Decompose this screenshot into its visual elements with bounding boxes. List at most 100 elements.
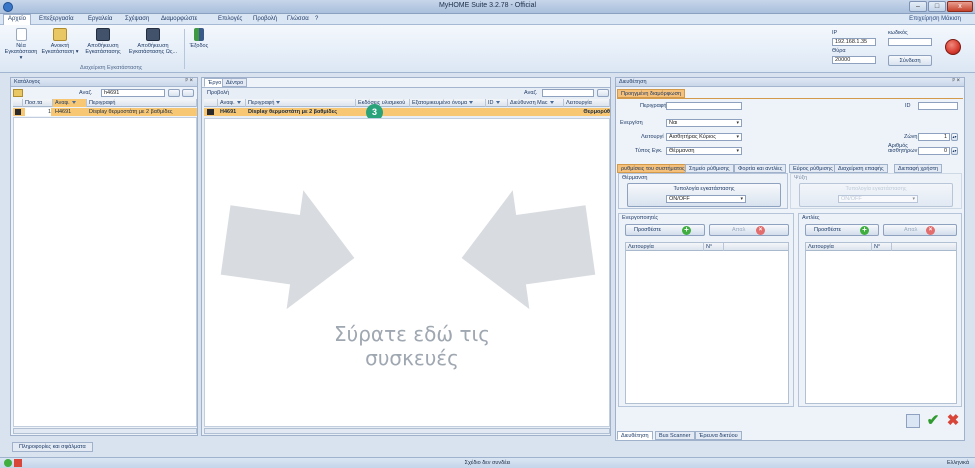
catalog-cell-qty[interactable]: 1 — [25, 108, 51, 116]
menu-design[interactable]: Σχέψαση — [125, 16, 149, 22]
maximize-button[interactable]: □ — [928, 1, 946, 12]
minimize-button[interactable]: – — [909, 1, 927, 12]
filter-icon[interactable] — [549, 101, 554, 104]
project-col-handle — [204, 99, 218, 107]
pin-icon[interactable]: ᵖ × — [953, 78, 960, 84]
filter-icon[interactable] — [276, 101, 281, 104]
project-col-id[interactable]: ID — [486, 99, 508, 107]
connect-button[interactable]: Σύνδεση — [888, 55, 932, 66]
new-installation-button[interactable]: Νέα Εγκατάσταση ▾ — [4, 28, 38, 61]
confirm-icon[interactable]: ✔ — [925, 413, 941, 429]
actuators-list[interactable]: Λειτουργία N° — [625, 242, 789, 404]
exit-button[interactable]: Έξοδος — [188, 28, 210, 49]
project-search-icon[interactable] — [597, 89, 609, 97]
zone-stepper[interactable]: ▴▾ — [951, 133, 958, 141]
project-row[interactable]: H4691 Display θερμοστάτη με 2 βαθμίδες Θ… — [204, 108, 610, 116]
subtab-loads-pumps[interactable]: Φορτία και αντλίες — [734, 164, 787, 173]
filter-icon[interactable] — [495, 101, 500, 104]
pumps-col-function[interactable]: Λειτουργία — [806, 243, 872, 251]
catalog-folder-icon[interactable] — [13, 89, 23, 97]
actuators-col-function[interactable]: Λειτουργία — [626, 243, 704, 251]
project-col-mac[interactable]: Διεύθυνση Mac — [508, 99, 564, 107]
menu-edit[interactable]: Επεξεργασία — [39, 16, 74, 22]
filter-icon[interactable] — [71, 101, 76, 104]
tab-network-search[interactable]: Έρευνα δικτύου — [695, 431, 742, 440]
catalog-col-qty[interactable]: Ποσ.τα — [23, 99, 53, 107]
open-installation-button[interactable]: Ανοικτή Εγκατάσταση ▾ — [40, 28, 80, 55]
catalog-scrollbar[interactable] — [13, 428, 197, 434]
sensors-field[interactable]: 0 — [918, 147, 950, 155]
menu-help[interactable]: ? — [315, 16, 318, 22]
close-button[interactable]: x — [947, 1, 973, 12]
pumps-list[interactable]: Λειτουργία N° — [805, 242, 957, 404]
project-panel: Έργο Δέντρο Προβολή Αναζ. Αναφ. Περιγραφ… — [201, 77, 611, 436]
save-installation-button[interactable]: Αποθήκευση Εγκατάστασης — [82, 28, 124, 55]
menu-options[interactable]: Επιλογές — [218, 16, 242, 22]
language-indicator[interactable]: Ελληνικά — [947, 460, 969, 466]
tab-info-errors[interactable]: Πληροφορίες και σφάλματα — [12, 442, 93, 452]
pin-icon[interactable]: ᵖ × — [186, 78, 193, 84]
subtab-range[interactable]: Εύρος ρύθμισης — [789, 164, 837, 173]
tab-configuration[interactable]: Διευθέτηση — [617, 431, 653, 440]
catalog-list-area — [13, 117, 197, 427]
subtab-contact[interactable]: Διαχείριση επαφής — [834, 164, 888, 173]
remove-pump-button[interactable]: Απαλ × — [883, 224, 957, 236]
id-field[interactable] — [918, 102, 958, 110]
heating-topology-select[interactable]: ON/OFF — [666, 195, 746, 203]
project-drop-area[interactable] — [204, 118, 610, 427]
drop-arrows-graphic — [220, 190, 596, 310]
menu-configure[interactable]: Διαμορφώστε — [161, 16, 197, 22]
catalog-search-input[interactable]: h4691 — [101, 89, 165, 97]
catalog-search-label: Αναζ. — [79, 90, 93, 96]
catalog-col-ref[interactable]: Αναφ. — [53, 99, 87, 107]
project-col-firmware[interactable]: Εκδόσεις υλισμικού — [356, 99, 410, 107]
description-field[interactable] — [666, 102, 742, 110]
project-col-ref[interactable]: Αναφ. — [218, 99, 246, 107]
pumps-col-number[interactable]: N° — [872, 243, 892, 251]
catalog-search-icon[interactable] — [182, 89, 194, 97]
code-field[interactable] — [888, 38, 932, 46]
sensors-stepper[interactable]: ▴▾ — [951, 147, 958, 155]
view-label[interactable]: Προβολή — [207, 90, 229, 96]
heating-group: Θέρμανση Τυπολογία εγκατάστασης ON/OFF — [618, 173, 788, 209]
enabled-select[interactable]: Ναι — [666, 119, 742, 127]
add-actuator-button[interactable]: Προσθέστε + — [625, 224, 705, 236]
actuators-col-number[interactable]: N° — [704, 243, 724, 251]
catalog-clear-icon[interactable] — [168, 89, 180, 97]
install-type-label: Τύπος Εγκ. — [635, 148, 663, 154]
install-type-select[interactable]: Θέρμανση — [666, 147, 742, 155]
tab-tree[interactable]: Δέντρο — [222, 78, 248, 87]
cancel-icon[interactable]: ✖ — [945, 413, 961, 429]
export-icon[interactable] — [906, 414, 920, 428]
tab-bus-scanner[interactable]: Bus Scanner — [655, 431, 695, 440]
project-col-custom-name[interactable]: Εξατομικευμένο όνομα — [410, 99, 486, 107]
filter-icon[interactable] — [469, 101, 474, 104]
window-title: MyHOME Suite 3.2.78 - Official — [438, 2, 537, 9]
subtab-system-settings[interactable]: ρυθμίσεις του συστήματος — [617, 164, 689, 173]
filter-icon[interactable] — [236, 101, 241, 104]
menu-file[interactable]: Αρχείο — [3, 14, 31, 25]
menu-tools[interactable]: Εργαλεία — [88, 16, 112, 22]
tab-advanced-config[interactable]: Προηγμένη διαμόρφωση — [617, 89, 686, 98]
project-col-desc[interactable]: Περιγραφή — [246, 99, 356, 107]
ip-field[interactable]: 192.168.1.35 — [832, 38, 876, 46]
new-document-icon — [15, 28, 27, 41]
menu-view[interactable]: Προβολή — [253, 16, 277, 22]
subtab-setpoint[interactable]: Σημείο ρύθμισης — [685, 164, 734, 173]
add-pump-button[interactable]: Προσθέστε + — [805, 224, 879, 236]
plus-icon: + — [860, 226, 869, 235]
port-field[interactable]: 20000 — [832, 56, 876, 64]
connection-panel: IP 192.168.1.35 Θύρα 20000 κωδικός Σύνδε… — [825, 29, 973, 71]
function-select[interactable]: Αισθητήρας Κύριος — [666, 133, 742, 141]
save-installation-as-button[interactable]: Αποθήκευση Εγκατάστασης Ως... — [126, 28, 180, 55]
menu-language[interactable]: Γλώσσα — [287, 16, 309, 22]
zone-field[interactable]: 1 — [918, 133, 950, 141]
description-label: Περιγραφή — [640, 103, 667, 109]
catalog-row[interactable]: 1 H4691 Display θερμοστάτη με 2 βαθμίδες — [13, 108, 197, 116]
remove-actuator-button[interactable]: Απαλ × — [709, 224, 789, 236]
project-col-function[interactable]: Λειτουργία — [564, 99, 610, 107]
project-scrollbar[interactable] — [204, 428, 610, 434]
subtab-user-interface[interactable]: Διεπαφή χρήστη — [894, 164, 943, 173]
project-search-input[interactable] — [542, 89, 594, 97]
catalog-col-desc[interactable]: Περιγραφή — [87, 99, 197, 107]
